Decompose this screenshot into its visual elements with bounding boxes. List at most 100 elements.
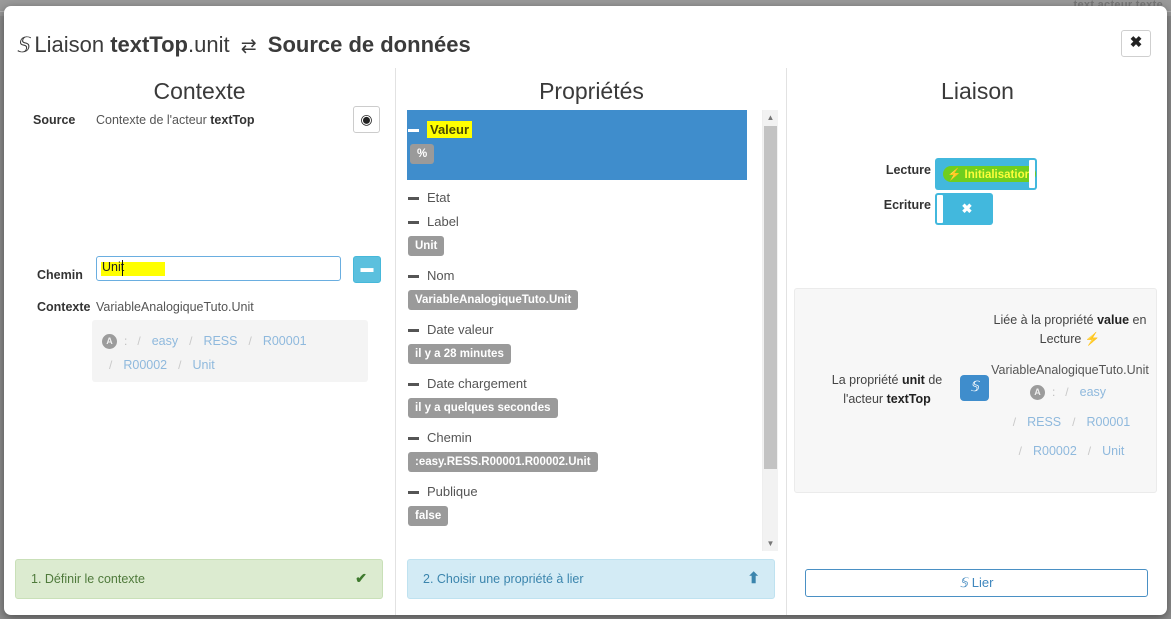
property-value-badge: il y a quelques secondes xyxy=(408,398,558,418)
summary-context-name: VariableAnalogiqueTuto.Unit xyxy=(991,363,1149,377)
property-item[interactable]: Date valeur il y a 28 minutes xyxy=(407,316,747,370)
close-icon[interactable]: ✖ xyxy=(1121,30,1151,57)
breadcrumb: A: / easy / RESS / R00001 /R00002/Unit xyxy=(92,320,368,383)
panel-liaison-heading: Liaison xyxy=(941,78,1014,104)
breadcrumb-item-ress[interactable]: RESS xyxy=(203,329,237,353)
dash-icon xyxy=(408,129,419,132)
properties-scrollbar[interactable]: ▲ ▼ xyxy=(762,110,778,551)
property-name-row: Nom xyxy=(407,262,747,286)
breadcrumb-item-easy[interactable]: easy xyxy=(152,329,178,353)
breadcrumb-separator: / xyxy=(137,334,141,348)
summary-breadcrumb-item-easy[interactable]: easy xyxy=(1080,379,1106,406)
source-label: Source xyxy=(33,113,76,127)
breadcrumb-separator: / xyxy=(248,334,252,348)
property-name-row: Label xyxy=(407,208,747,232)
property-name: Lecture xyxy=(427,538,470,541)
property-name: Date valeur xyxy=(427,322,494,337)
link-icon[interactable]: 𝕊 xyxy=(960,375,989,401)
scrollbar-thumb[interactable] xyxy=(764,126,777,469)
property-name: Publique xyxy=(427,484,478,499)
property-name: Etat xyxy=(427,190,451,205)
ecriture-label: Ecriture xyxy=(883,198,931,212)
breadcrumb-separator: / xyxy=(1065,385,1069,400)
breadcrumb-colon: : xyxy=(1051,385,1056,400)
panel-contexte-heading: Contexte xyxy=(153,78,246,104)
source-value: Contexte de l'acteur textTop xyxy=(96,113,254,127)
modal-header: 𝕊 Liaison textTop.unit ⇄ Source de donnée… xyxy=(4,6,1167,66)
contexte-value: VariableAnalogiqueTuto.Unit xyxy=(96,300,254,314)
properties-list: Valeur% Etat Label Unit Nom VariableAnalogiqu… xyxy=(407,110,775,551)
property-value-badge: % xyxy=(410,144,435,164)
breadcrumb-item-r00001[interactable]: R00001 xyxy=(263,329,307,353)
breadcrumb-separator: / xyxy=(109,358,113,373)
liaison-modal: 𝕊 Liaison textTop.unit ⇄ Source de donnée… xyxy=(4,6,1167,615)
property-item[interactable]: Date chargement il y a quelques secondes xyxy=(407,370,747,424)
text-caret xyxy=(122,260,123,276)
property-value-badge: :easy.RESS.R00001.R00002.Unit xyxy=(408,452,598,472)
property-item[interactable]: Chemin :easy.RESS.R00001.R00002.Unit xyxy=(407,424,747,478)
dash-icon xyxy=(408,437,419,440)
property-name-row: Etat xyxy=(407,184,747,208)
property-item[interactable]: Etat xyxy=(407,184,747,208)
property-name: Nom xyxy=(427,268,455,283)
property-name-row: Chemin xyxy=(407,424,747,448)
summary-breadcrumb-item-r00001[interactable]: R00001 xyxy=(1086,409,1130,436)
property-name: Date chargement xyxy=(427,376,527,391)
summary-breadcrumb-item-unit[interactable]: Unit xyxy=(1102,438,1124,465)
property-name-row: Publique xyxy=(407,478,747,502)
property-value-badge: Unit xyxy=(408,236,445,256)
property-name: Valeur xyxy=(427,121,473,138)
panels-container: Contexte Source Contexte de l'acteur tex… xyxy=(4,68,1167,615)
property-value-badge: il y a 28 minutes xyxy=(408,344,511,364)
dash-icon xyxy=(408,275,419,278)
property-item[interactable]: Nom VariableAnalogiqueTuto.Unit xyxy=(407,262,747,316)
property-name-row: Lecture xyxy=(407,532,747,541)
summary-breadcrumb-item-ress[interactable]: RESS xyxy=(1027,409,1061,436)
property-name-row: Date valeur xyxy=(407,316,747,340)
dash-icon xyxy=(408,491,419,494)
step-1-banner[interactable]: 1. Définir le contexte ✔ xyxy=(15,559,383,599)
lecture-label: Lecture xyxy=(885,163,931,177)
dash-icon xyxy=(408,221,419,224)
breadcrumb-separator: / xyxy=(1072,414,1076,429)
avatar: A xyxy=(102,333,117,349)
scroll-down-icon[interactable]: ▼ xyxy=(763,536,778,551)
property-item[interactable]: Publique false xyxy=(407,478,747,532)
summary-left-actor: textTop xyxy=(886,392,931,406)
summary-left-property: unit xyxy=(901,373,925,387)
breadcrumb-separator: / xyxy=(1018,443,1022,458)
breadcrumb-line-2: / R00002 / Unit xyxy=(92,353,368,377)
lecture-toggle[interactable]: ⚡ Initialisation xyxy=(935,158,1037,190)
property-item[interactable]: Valeur% xyxy=(407,110,747,180)
summary-breadcrumb-item-r00002[interactable]: R00002 xyxy=(1033,438,1077,465)
chemin-label: Chemin xyxy=(37,268,83,282)
step-2-banner[interactable]: 2. Choisir une propriété à lier ⬆ xyxy=(407,559,775,599)
exchange-arrows-icon: ⇄ xyxy=(240,36,257,57)
dash-icon xyxy=(408,383,419,386)
step-2-label: 2. Choisir une propriété à lier xyxy=(423,572,584,586)
chemin-input[interactable] xyxy=(96,256,341,281)
bolt-icon: ⚡ xyxy=(947,169,962,181)
property-value-badge: VariableAnalogiqueTuto.Unit xyxy=(408,290,579,310)
summary-breadcrumb-line-3: / R00002 / Unit xyxy=(991,438,1149,465)
title-subject-suffix: .unit xyxy=(188,32,230,57)
ecriture-state-icon: ✖ xyxy=(961,201,973,216)
lier-button[interactable]: 𝕊 Lier xyxy=(805,569,1148,597)
ecriture-toggle[interactable]: ✖ xyxy=(935,193,993,225)
link-icon: 𝕊 xyxy=(959,575,968,590)
title-subject: textTop xyxy=(110,32,188,57)
property-item[interactable]: Label Unit xyxy=(407,208,747,262)
summary-left-text: La propriété unit de l'acteur textTop xyxy=(817,371,957,409)
summary-right: Liée à la propriété value en Lecture ⚡ V… xyxy=(991,311,1149,465)
clear-path-button[interactable]: ▬ xyxy=(353,256,381,283)
breadcrumb-item-unit[interactable]: Unit xyxy=(192,353,214,377)
avatar: A xyxy=(1029,385,1045,401)
panel-proprietes: Propriétés Valeur% Etat Label Unit Nom Variab… xyxy=(395,68,787,615)
breadcrumb-separator: / xyxy=(1012,414,1017,429)
breadcrumb-item-r00002[interactable]: R00002 xyxy=(123,353,167,377)
scroll-up-icon[interactable]: ▲ xyxy=(763,110,778,125)
source-row: Source Contexte de l'acteur textTop ◉ xyxy=(4,106,395,138)
property-item[interactable]: Lecture xyxy=(407,532,747,541)
target-icon[interactable]: ◉ xyxy=(353,106,380,133)
chemin-input-wrapper: Unit xyxy=(96,256,341,281)
